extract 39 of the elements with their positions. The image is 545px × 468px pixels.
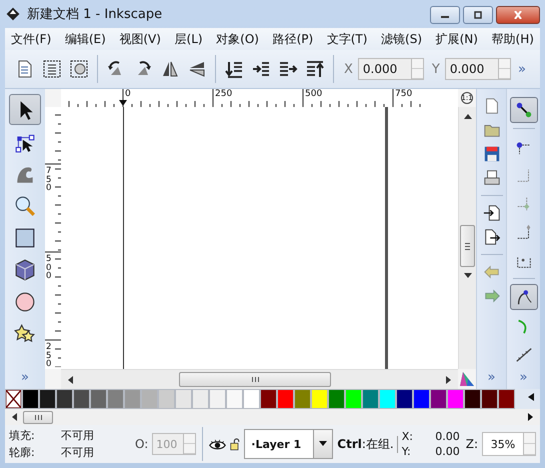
ruler-label: 250 [215, 89, 232, 99]
zoom-label: Z: [466, 437, 478, 451]
stroke-label: 轮廓: [9, 445, 36, 460]
window-title: 新建文档 1 - Inkscape [27, 6, 162, 23]
ruler-label: 0 [125, 89, 131, 99]
menu-item[interactable]: 文字(T) [326, 30, 368, 48]
y-field[interactable]: 0.000 [444, 58, 511, 80]
overflow-button[interactable]: » [488, 370, 496, 385]
fill-value: 不可用 [61, 428, 95, 443]
ruler-label: 250 [46, 343, 52, 368]
y-coordinate: 0.00 [434, 445, 460, 458]
menu-item[interactable]: 滤镜(S) [381, 30, 422, 48]
menu-item[interactable]: 路径(P) [272, 30, 314, 48]
status-message: Ctrl:在组. [337, 436, 398, 452]
ruler-label: 500 [305, 89, 322, 99]
stroke-value: 不可用 [61, 445, 95, 460]
overflow-button[interactable]: » [21, 370, 29, 385]
overflow-button[interactable]: » [518, 62, 526, 76]
zoom-field[interactable]: 35% [482, 432, 536, 456]
x-coordinate: 0.00 [434, 430, 460, 443]
x-label: X: [402, 430, 414, 443]
menu-item[interactable]: 层(L) [174, 30, 203, 48]
menu-item[interactable]: 对象(O) [216, 30, 259, 48]
fill-label: 填充: [9, 428, 36, 443]
menu-item[interactable]: 帮助(H) [492, 30, 534, 48]
ruler-label: 500 [46, 255, 52, 280]
layer-dropdown[interactable]: ·Layer 1 [244, 429, 334, 459]
overflow-button[interactable]: » [520, 370, 528, 386]
y-label: Y [432, 62, 440, 76]
y-label: Y: [402, 445, 412, 458]
ruler-label: 750 [395, 89, 412, 99]
menu-item[interactable]: 编辑(E) [64, 30, 106, 48]
opacity-label: O: [135, 437, 148, 451]
x-field[interactable]: 0.000 [358, 58, 424, 80]
menu-item[interactable]: 视图(V) [119, 30, 161, 48]
menu-item[interactable]: 文件(F) [11, 30, 52, 48]
x-label: X [344, 62, 353, 76]
menu-item[interactable]: 扩展(N) [436, 30, 478, 48]
ruler-label: 750 [46, 167, 52, 192]
